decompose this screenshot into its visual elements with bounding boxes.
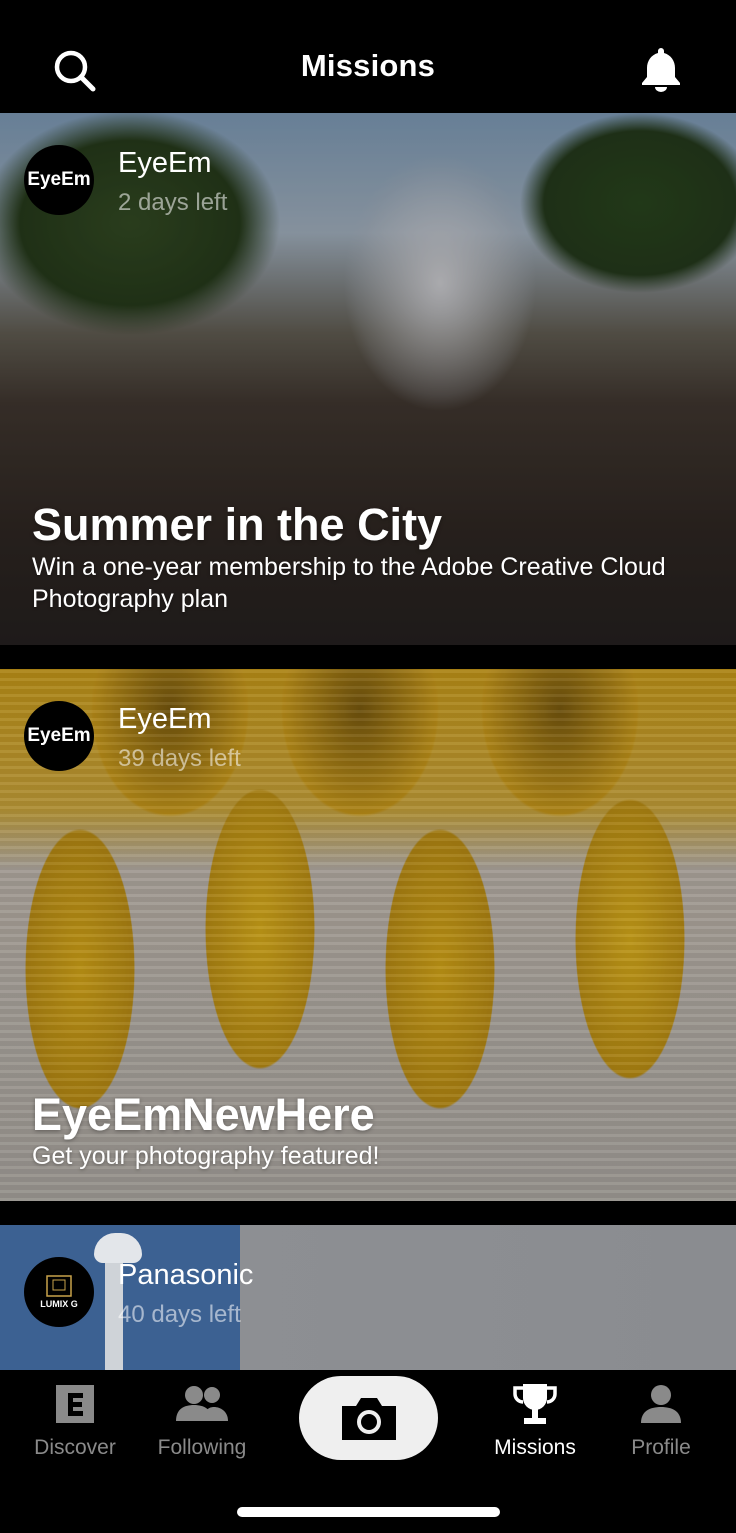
sponsor-avatar-label: LUMIX G [40,1299,78,1309]
tab-label: Discover [34,1436,116,1459]
following-icon [176,1386,228,1421]
camera-button[interactable] [299,1376,438,1460]
discover-icon [56,1385,94,1423]
tab-missions[interactable]: Missions [470,1380,600,1460]
tab-profile[interactable]: Profile [596,1380,726,1460]
mission-title: EyeEmNewHere [32,1089,375,1140]
top-bar: Missions [0,0,736,113]
home-indicator [237,1507,500,1517]
lumix-logo-icon [46,1275,72,1297]
tab-label: Profile [631,1436,691,1459]
sponsor-name[interactable]: EyeEm [118,703,211,736]
notifications-button[interactable] [636,44,686,94]
tab-following[interactable]: Following [137,1380,267,1460]
bell-icon [642,48,680,92]
tab-discover[interactable]: Discover [10,1380,140,1460]
days-left: 40 days left [118,1301,241,1328]
mission-title: Summer in the City [32,499,443,550]
sponsor-avatar[interactable]: LUMIX G [24,1257,94,1327]
camera-icon [341,1398,396,1440]
tab-label: Missions [494,1436,576,1459]
sponsor-avatar[interactable]: EyeEm [24,145,94,215]
days-left: 2 days left [118,189,228,216]
mission-card[interactable]: LUMIX G Panasonic 40 days left [0,1225,736,1370]
tab-label: Following [157,1436,247,1459]
mission-description: Get your photography featured! [32,1142,380,1170]
mission-description: Win a one-year membership to the Adobe C… [32,553,666,613]
mission-card[interactable]: EyeEm EyeEm 39 days left EyeEmNewHere Ge… [0,669,736,1201]
mission-card[interactable]: EyeEm EyeEm 2 days left Summer in the Ci… [0,113,736,645]
sponsor-name[interactable]: EyeEm [118,147,211,180]
sponsor-name[interactable]: Panasonic [118,1259,253,1292]
trophy-icon [513,1384,557,1424]
days-left: 39 days left [118,745,241,772]
sponsor-avatar[interactable]: EyeEm [24,701,94,771]
profile-icon [641,1385,681,1423]
page-title: Missions [300,48,436,83]
